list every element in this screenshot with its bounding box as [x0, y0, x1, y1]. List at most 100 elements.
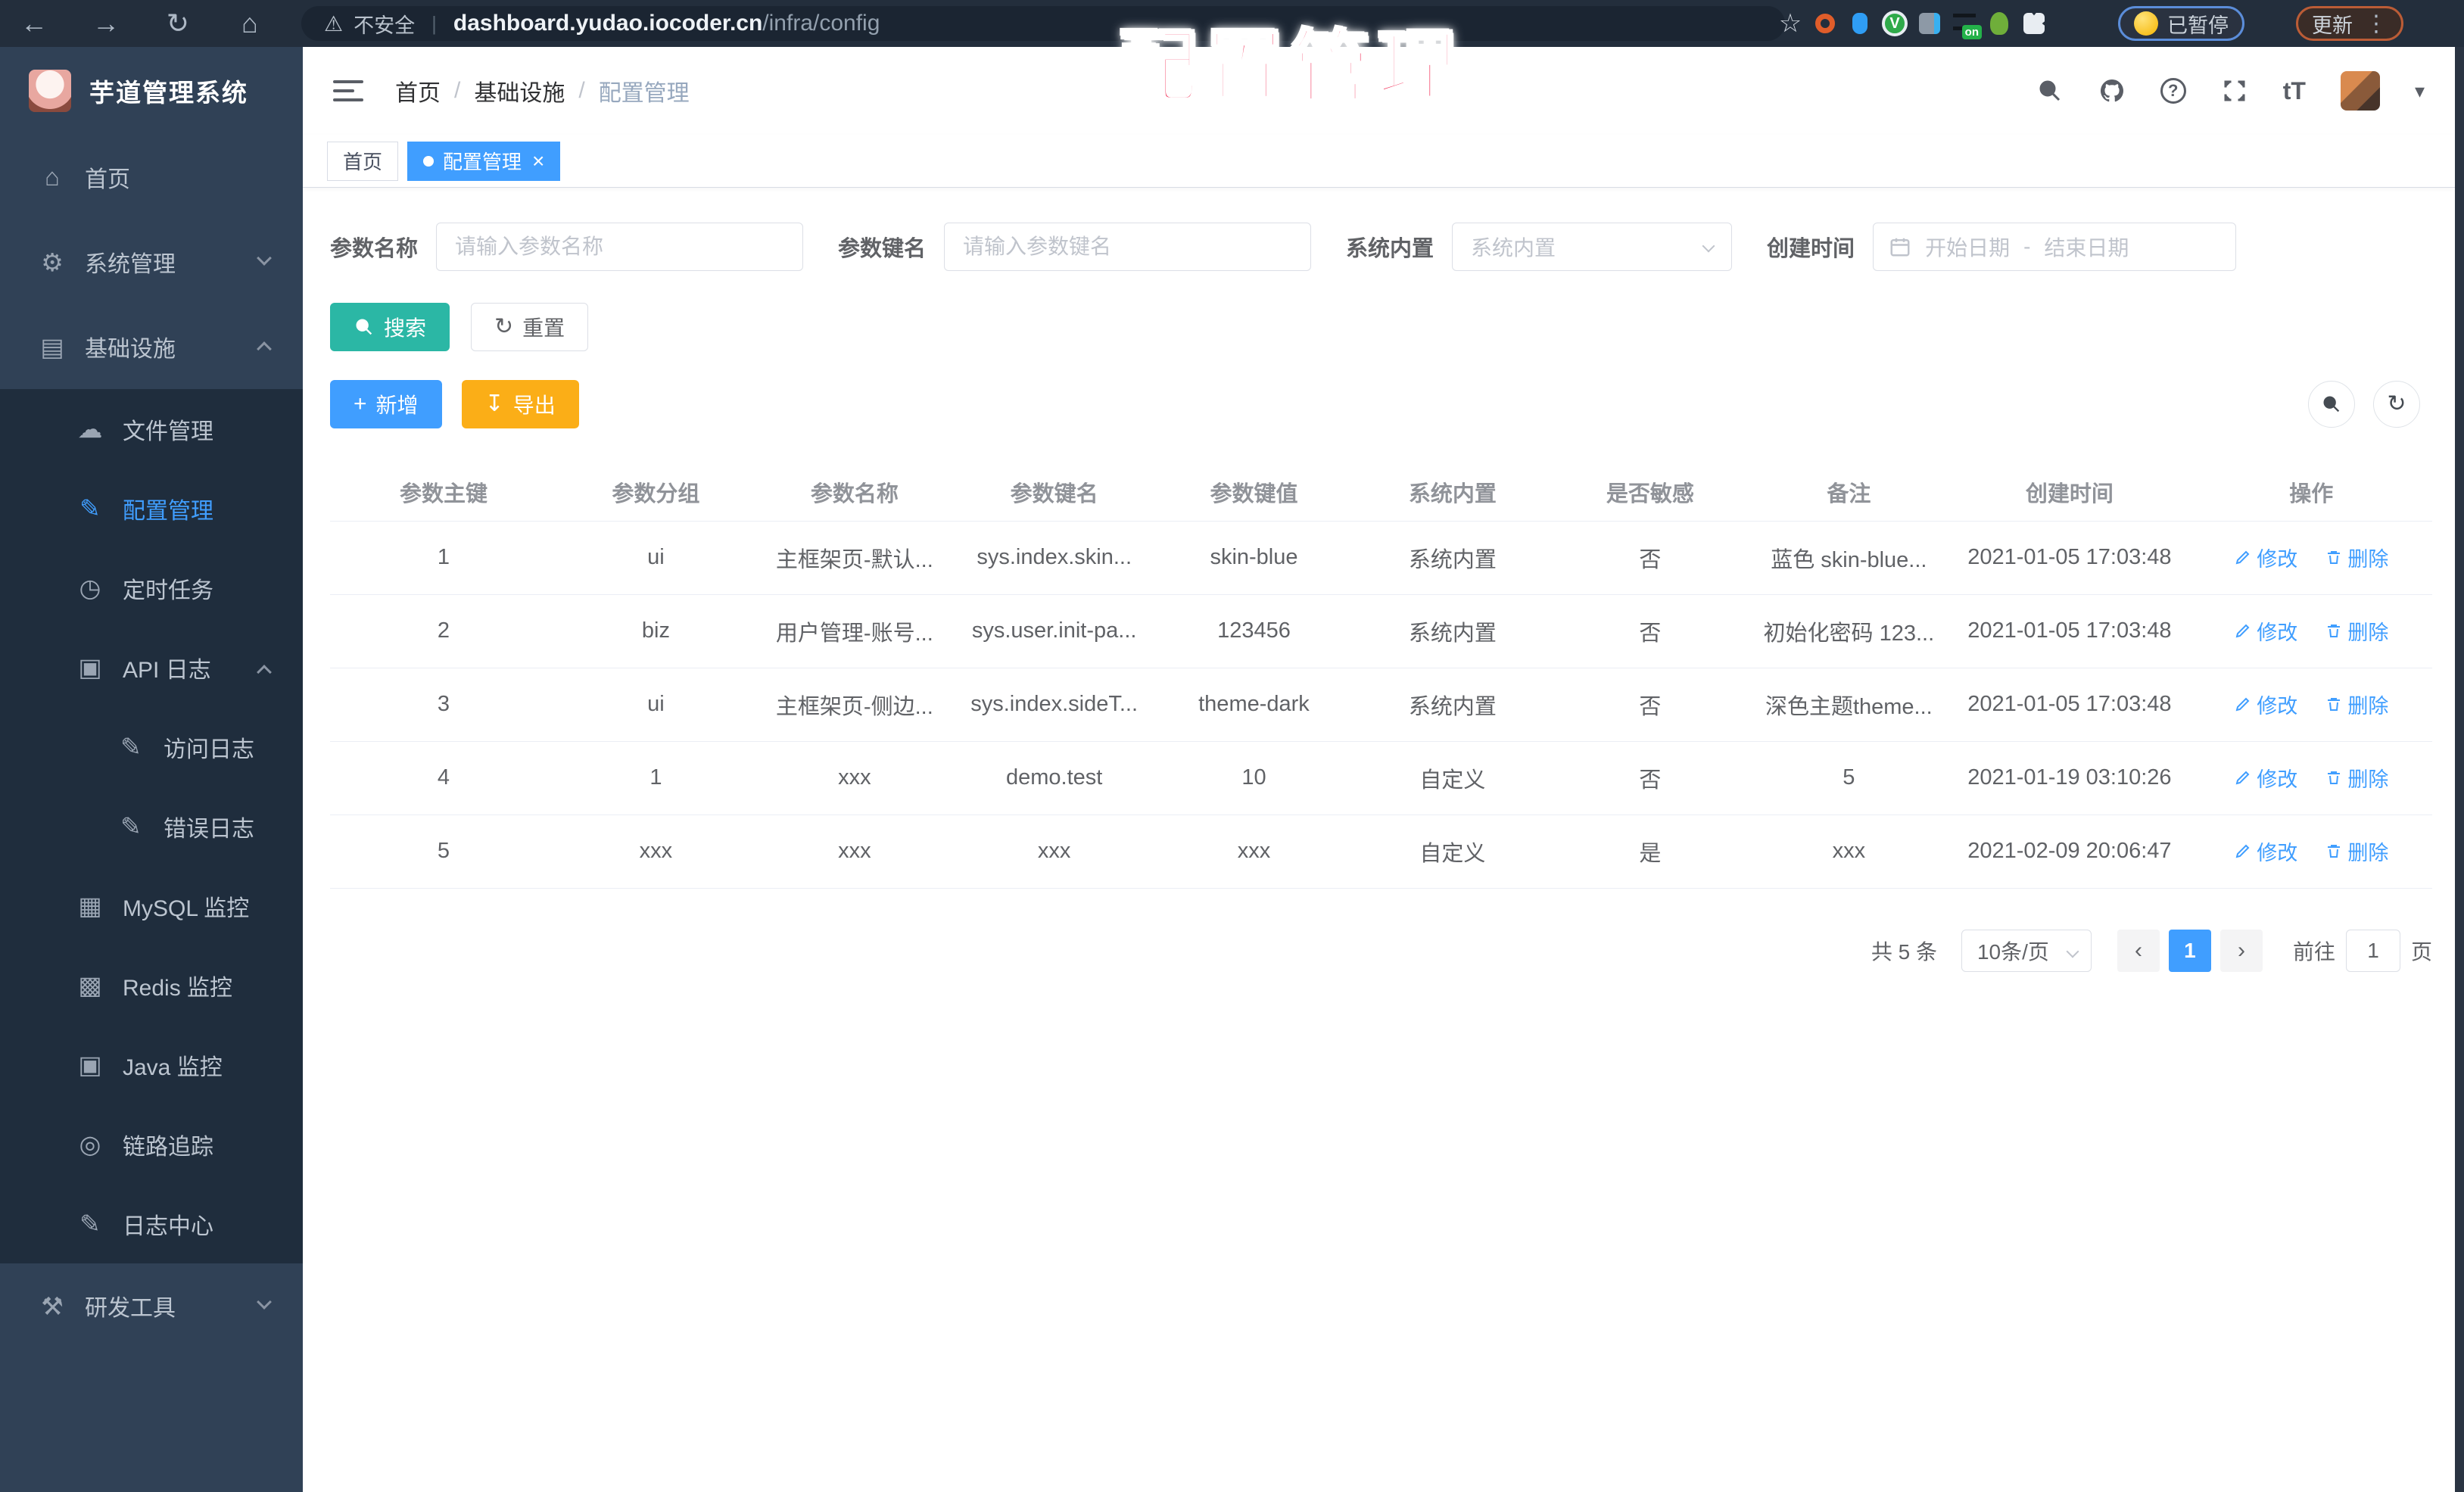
delete-link[interactable]: 删除	[2325, 836, 2388, 866]
sidebar-item-system[interactable]: ⚙ 系统管理	[0, 220, 303, 304]
caret-down-icon[interactable]: ▾	[2415, 79, 2425, 103]
extension-blue-pin-icon[interactable]	[1843, 13, 1877, 34]
breadcrumb-current: 配置管理	[598, 81, 690, 106]
browser-forward-icon[interactable]: →	[79, 0, 132, 47]
breadcrumb-home[interactable]: 首页	[395, 74, 441, 107]
prev-page-button[interactable]: ‹	[2117, 929, 2160, 972]
address-bar[interactable]: ⚠ 不安全 | dashboard.yudao.iocoder.cn /infr…	[301, 6, 1785, 41]
browser-back-icon[interactable]: ←	[8, 0, 61, 47]
tab-home[interactable]: 首页	[327, 141, 399, 181]
pencil-icon	[2235, 624, 2250, 638]
search-icon	[356, 319, 372, 335]
search-button[interactable]: 搜索	[330, 303, 450, 351]
breadcrumb-infra[interactable]: 基础设施	[474, 74, 565, 107]
paused-extension-badge[interactable]: 已暂停	[2118, 6, 2244, 41]
browser-update-button[interactable]: 更新 ⋮	[2296, 6, 2403, 41]
avatar[interactable]	[2340, 71, 2380, 111]
active-dot-icon	[423, 155, 435, 167]
bookmark-star-icon[interactable]: ☆	[1773, 8, 1808, 39]
refresh-table-button[interactable]: ↻	[2373, 381, 2420, 428]
tab-config-active[interactable]: 配置管理 ×	[407, 141, 561, 181]
goto-page-input[interactable]	[2345, 929, 2400, 972]
gear-icon: ⚙	[41, 248, 64, 276]
date-end-placeholder: 结束日期	[2044, 236, 2129, 260]
browser-reload-icon[interactable]: ↻	[151, 0, 204, 47]
app-title: 芋道管理系统	[89, 79, 248, 107]
sidebar-item-infra[interactable]: ▤ 基础设施	[0, 304, 303, 389]
trash-icon	[2328, 698, 2341, 712]
extension-orange-ring-icon[interactable]	[1808, 14, 1843, 33]
font-size-icon[interactable]: tT	[2283, 77, 2306, 105]
system-builtin-select[interactable]: 系统内置	[1452, 223, 1733, 271]
col-value: 参数键值	[1154, 463, 1354, 522]
col-name: 参数名称	[754, 463, 955, 522]
sidebar: 芋道管理系统 ⌂ 首页 ⚙ 系统管理 ▤ 基础设施 ☁ 文件管理 ✎ 配置管理 …	[0, 47, 303, 1492]
app-header: 首页 / 基础设施 / 配置管理 ? tT ▾	[303, 47, 2455, 135]
help-icon[interactable]: ?	[2160, 78, 2186, 104]
table-header-row: 参数主键 参数分组 参数名称 参数键名 参数键值 系统内置 是否敏感 备注 创建…	[330, 463, 2432, 522]
sidebar-item-file[interactable]: ☁ 文件管理	[0, 389, 303, 469]
next-page-button[interactable]: ›	[2219, 929, 2263, 972]
delete-link[interactable]: 删除	[2325, 543, 2388, 572]
chevron-up-icon	[257, 665, 272, 680]
security-label[interactable]: 不安全	[354, 9, 415, 39]
param-name-label: 参数名称	[330, 237, 419, 261]
trash-icon	[2328, 845, 2341, 858]
export-button[interactable]: ↧ 导出	[461, 380, 579, 428]
search-icon	[2323, 396, 2340, 413]
extension-on-icon[interactable]: on	[1947, 12, 1982, 39]
close-icon[interactable]: ×	[532, 150, 544, 172]
delete-link[interactable]: 删除	[2325, 763, 2388, 793]
sidebar-item-job[interactable]: ◷ 定时任务	[0, 548, 303, 628]
sidebar-item-access-log[interactable]: ✎ 访问日志	[0, 707, 303, 786]
extensions-puzzle-icon[interactable]	[2017, 13, 2051, 34]
sidebar-item-home[interactable]: ⌂ 首页	[0, 135, 303, 220]
page-size-select[interactable]: 10条/页	[1961, 929, 2092, 972]
tools-icon: ⚒	[41, 1291, 64, 1320]
add-button[interactable]: + 新增	[330, 380, 442, 428]
param-name-input[interactable]	[436, 223, 804, 271]
fullscreen-icon[interactable]	[2221, 77, 2248, 104]
current-page-button[interactable]: 1	[2168, 929, 2211, 972]
param-key-input[interactable]	[944, 223, 1312, 271]
main-area: 首页 / 基础设施 / 配置管理 ? tT ▾ 首页 配置管理 × 参数名称 请…	[303, 47, 2455, 1492]
extension-green-check-icon[interactable]: V	[1877, 11, 1912, 36]
edit-icon: ✎	[79, 494, 101, 522]
browser-menu-icon[interactable]: ⋮	[2365, 11, 2388, 37]
sidebar-item-dev-tools[interactable]: ⚒ 研发工具	[0, 1263, 303, 1348]
search-icon[interactable]	[2036, 77, 2064, 104]
table-row: 2 biz 用户管理-账号... sys.user.init-pa... 12345…	[330, 594, 2432, 668]
delete-link[interactable]: 删除	[2325, 690, 2388, 719]
sidebar-item-mysql[interactable]: ▦ MySQL 监控	[0, 866, 303, 945]
extension-cube-icon[interactable]	[1912, 13, 1947, 34]
edit-link[interactable]: 修改	[2234, 543, 2297, 572]
sidebar-item-trace[interactable]: ◎ 链路追踪	[0, 1104, 303, 1184]
github-icon[interactable]	[2098, 77, 2126, 104]
sidebar-item-api-log[interactable]: ▣ API 日志	[0, 628, 303, 707]
date-range-picker[interactable]: 开始日期 - 结束日期	[1873, 223, 2237, 271]
browser-home-icon[interactable]: ⌂	[223, 0, 276, 47]
hamburger-menu-icon[interactable]	[333, 74, 363, 107]
sidebar-item-redis[interactable]: ▩ Redis 监控	[0, 945, 303, 1025]
delete-link[interactable]: 删除	[2325, 616, 2388, 646]
reset-button[interactable]: ↻ 重置	[471, 303, 589, 351]
sidebar-item-java[interactable]: ▣ Java 监控	[0, 1025, 303, 1104]
emoji-icon	[2134, 11, 2158, 36]
col-key: 参数键名	[954, 463, 1154, 522]
browser-scrollbar[interactable]	[2455, 47, 2464, 1492]
edit-link[interactable]: 修改	[2234, 616, 2297, 646]
toggle-search-button[interactable]	[2308, 381, 2355, 428]
sidebar-item-log-center[interactable]: ✎ 日志中心	[0, 1184, 303, 1263]
chevron-down-icon	[2066, 945, 2079, 958]
chevron-down-icon	[1702, 239, 1715, 253]
sidebar-item-error-log[interactable]: ✎ 错误日志	[0, 786, 303, 866]
cloud-upload-icon: ☁	[77, 415, 103, 443]
sidebar-item-config[interactable]: ✎ 配置管理	[0, 469, 303, 548]
extension-sprout-icon[interactable]	[1982, 12, 2017, 35]
edit-link[interactable]: 修改	[2234, 690, 2297, 719]
edit-link[interactable]: 修改	[2234, 836, 2297, 866]
calendar-icon	[1890, 238, 1910, 257]
edit-link[interactable]: 修改	[2234, 763, 2297, 793]
url-path: /infra/config	[762, 11, 880, 36]
table-row: 5 xxx xxx xxx xxx 自定义 是 xxx 2021-02-09 20:06…	[330, 815, 2432, 889]
